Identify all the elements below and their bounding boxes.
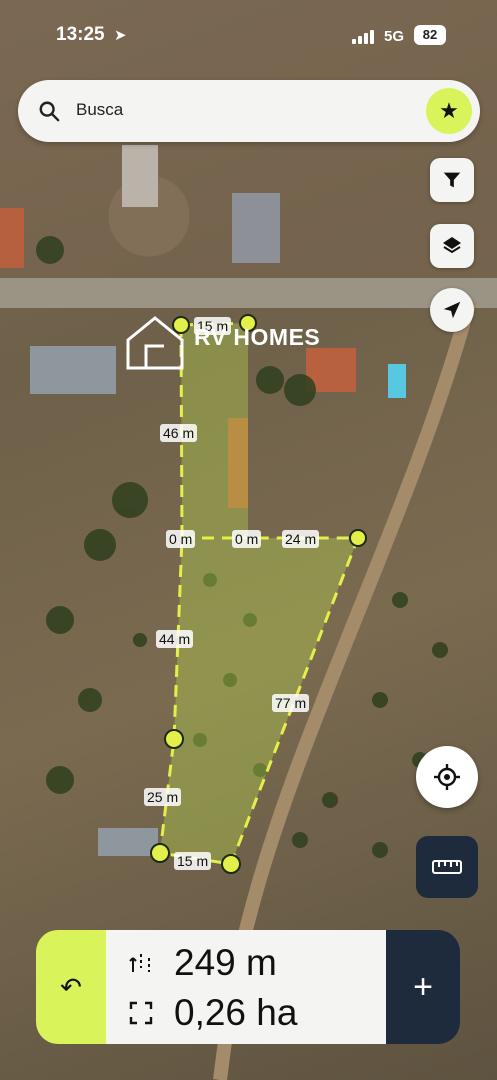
area-value: 0,26 ha	[174, 992, 298, 1033]
layers-button[interactable]	[430, 224, 474, 268]
star-icon: ★	[439, 98, 459, 123]
house-logo-icon	[126, 316, 184, 370]
plus-icon: +	[413, 967, 433, 1006]
segment-label: 46 m	[160, 424, 198, 442]
measurement-panel: ↶ 249 m 0,26 ha +	[36, 930, 460, 1044]
undo-icon: ↶	[60, 971, 82, 1002]
brand-watermark: RV HOMES	[124, 314, 354, 374]
filter-icon	[443, 172, 461, 188]
my-location-button[interactable]	[416, 746, 478, 808]
building	[98, 828, 158, 856]
layers-icon	[443, 237, 461, 254]
status-bar: 13:25 ➤ 5G 82	[0, 0, 497, 70]
building	[232, 193, 280, 263]
area-icon	[129, 1001, 153, 1025]
crosshair-icon	[434, 764, 460, 790]
favorites-button[interactable]: ★	[426, 88, 472, 134]
distance-icon	[129, 954, 150, 972]
search-input[interactable]: Busca	[76, 100, 123, 120]
location-arrow-icon: ➤	[114, 27, 127, 44]
distance-value: 249 m	[174, 942, 277, 983]
measure-point	[150, 843, 170, 863]
distance-row: 249 m	[128, 942, 277, 984]
clock: 13:25	[56, 24, 105, 45]
segment-label: 0 m	[232, 530, 262, 548]
brand-name: RV HOMES	[194, 324, 321, 350]
segment-label: 44 m	[156, 630, 194, 648]
add-point-button[interactable]: +	[386, 930, 460, 1044]
measure-point	[164, 729, 184, 749]
segment-label: 15 m	[174, 852, 212, 870]
measure-point	[221, 854, 241, 874]
battery-badge: 82	[414, 25, 446, 45]
filter-button[interactable]	[430, 158, 474, 202]
network-type: 5G	[384, 28, 405, 45]
measure-point	[349, 529, 367, 547]
building	[0, 208, 24, 268]
navigate-icon	[443, 301, 461, 319]
navigate-button[interactable]	[430, 288, 474, 332]
area-row: 0,26 ha	[128, 992, 297, 1034]
road	[0, 278, 497, 308]
building	[122, 145, 158, 207]
building	[30, 346, 116, 394]
segment-label: 25 m	[144, 788, 182, 806]
segment-label: 77 m	[272, 694, 310, 712]
undo-button[interactable]: ↶	[36, 930, 106, 1044]
search-icon	[39, 101, 60, 122]
search-bar[interactable]: Busca ★	[18, 80, 480, 142]
segment-label: 24 m	[282, 530, 320, 548]
measured-area	[160, 323, 358, 864]
pool	[388, 364, 406, 398]
measurement-stats: 249 m 0,26 ha	[106, 930, 386, 1044]
segment-label: 0 m	[166, 530, 196, 548]
ruler-icon	[432, 860, 462, 874]
signal-icon	[352, 30, 374, 44]
measure-tool-button[interactable]	[416, 836, 478, 898]
